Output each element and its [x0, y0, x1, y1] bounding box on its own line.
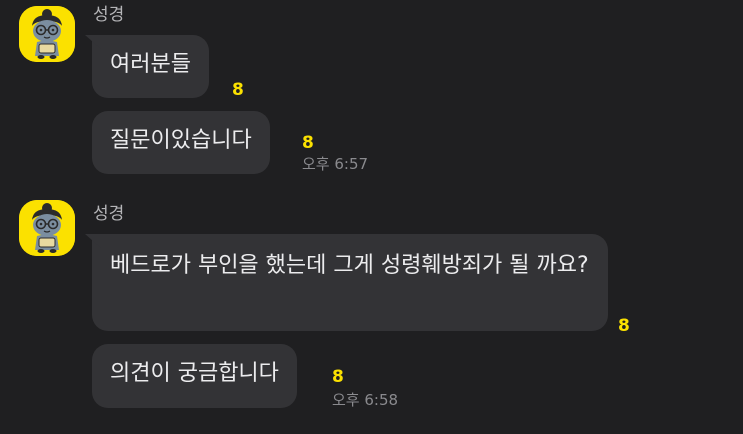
cat-character-icon	[19, 6, 75, 62]
sender-name: 성경	[93, 5, 125, 25]
message-bubble[interactable]: 질문이있습니다	[92, 111, 270, 174]
profile-avatar[interactable]	[19, 6, 75, 62]
unread-count: 8	[302, 133, 314, 153]
message-time: 오후 6:58	[332, 391, 399, 409]
message-text: 질문이있습니다	[110, 128, 252, 153]
message-bubble[interactable]: 베드로가 부인을 했는데 그게 성령훼방죄가 될 까요?	[92, 234, 608, 331]
message-text: 의견이 궁금합니다	[110, 361, 279, 386]
message-text: 베드로가 부인을 했는데 그게 성령훼방죄가 될 까요?	[110, 253, 589, 278]
chat-room: 성경 여러분들 8 질문이있습니다 8 오후 6:57 성경 베드로가 부인을 …	[0, 0, 743, 434]
sender-name: 성경	[93, 204, 125, 224]
profile-avatar[interactable]	[19, 200, 75, 256]
message-bubble[interactable]: 의견이 궁금합니다	[92, 344, 297, 408]
cat-character-icon	[19, 200, 75, 256]
message-bubble[interactable]: 여러분들	[92, 35, 209, 98]
unread-count: 8	[618, 316, 630, 336]
unread-count: 8	[232, 80, 244, 100]
message-text: 여러분들	[110, 52, 191, 77]
message-time: 오후 6:57	[302, 155, 369, 173]
unread-count: 8	[332, 367, 344, 387]
